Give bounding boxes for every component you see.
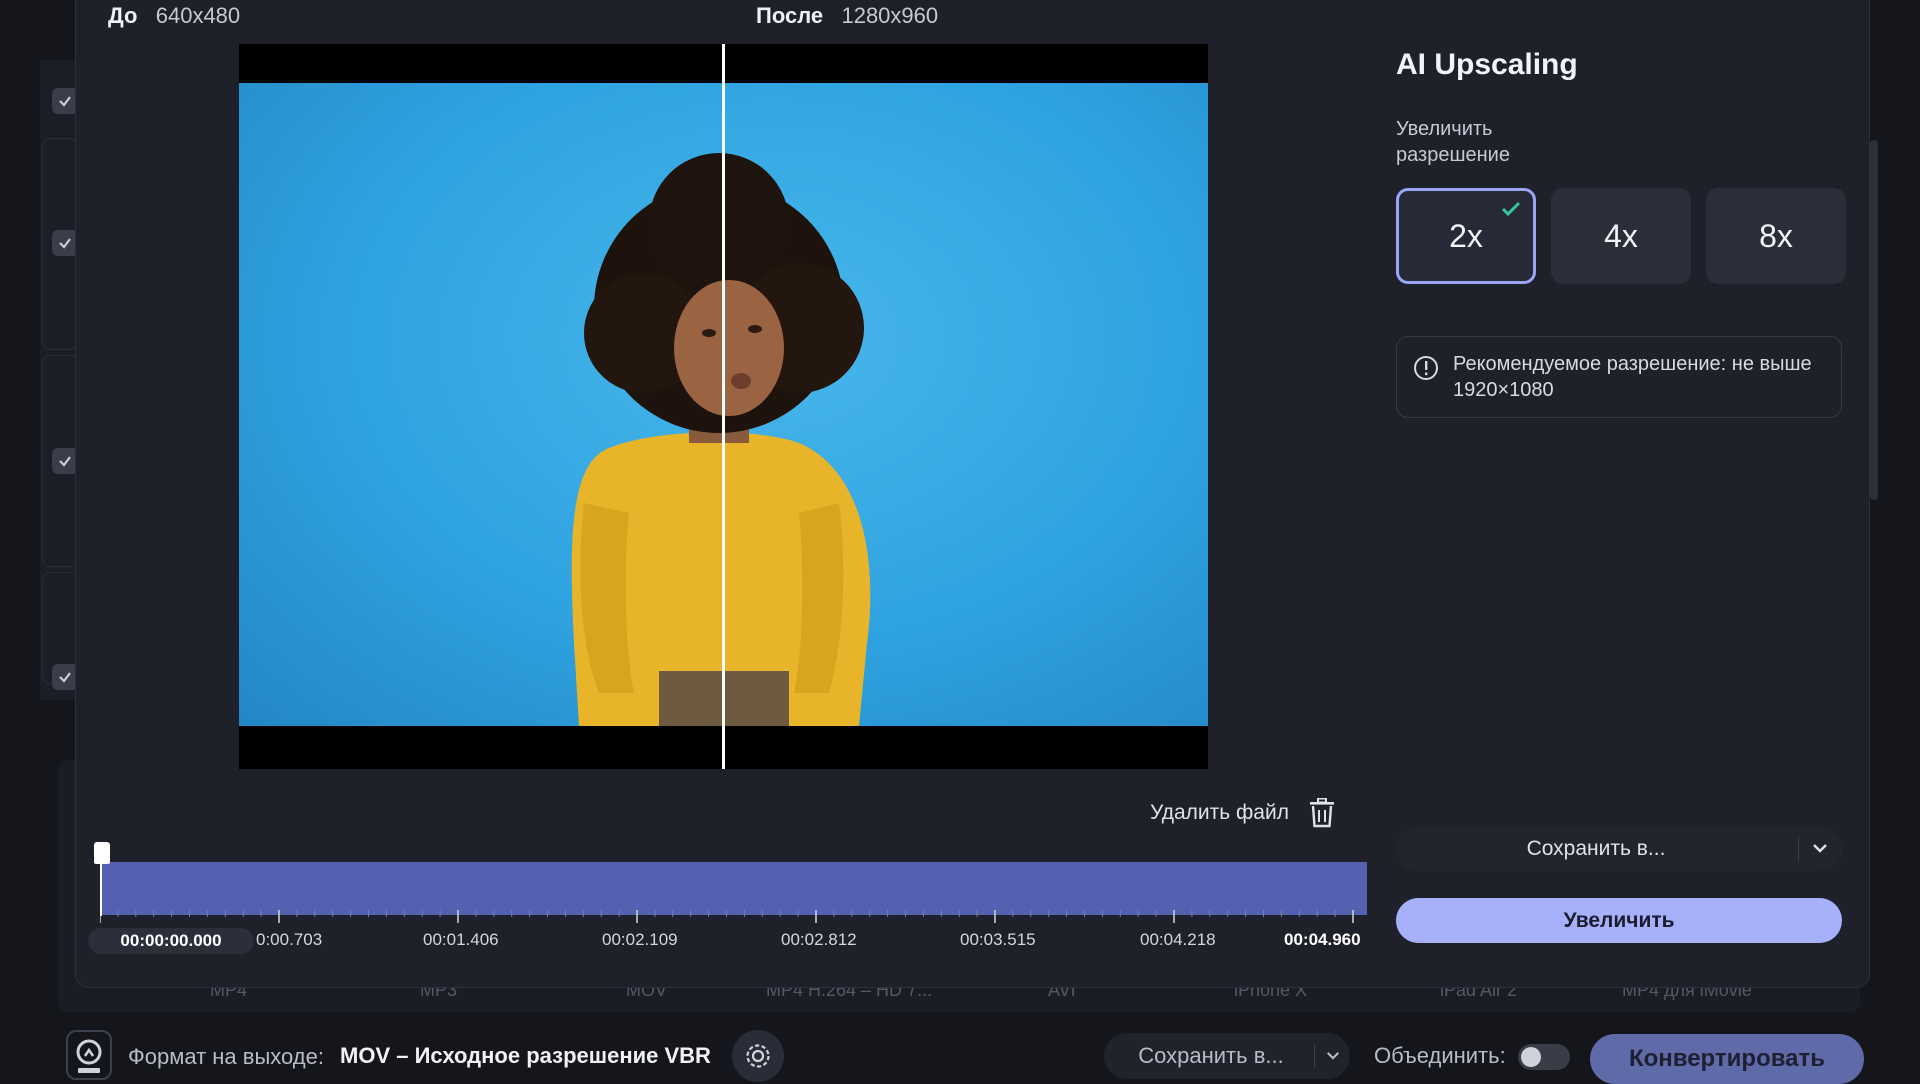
info-icon: [1414, 356, 1438, 380]
checkmark-icon: [59, 96, 71, 107]
chevron-down-icon[interactable]: [1812, 842, 1828, 854]
timeline-ruler: [100, 910, 1354, 923]
chevron-down-icon[interactable]: [1326, 1050, 1340, 1061]
upscale-button[interactable]: Увеличить: [1396, 898, 1842, 943]
gear-icon: [746, 1044, 770, 1068]
after-label-group: После 1280x960: [756, 3, 938, 29]
timeline-end-label: 00:04.960: [1284, 930, 1361, 949]
selected-check-icon: [1501, 201, 1521, 217]
after-resolution: 1280x960: [841, 3, 939, 28]
recommendation-notice: Рекомендуемое разрешение: не выше 1920×1…: [1396, 336, 1842, 418]
playhead-line: [100, 860, 102, 916]
output-format-value[interactable]: MOV – Исходное разрешение VBR: [340, 1043, 711, 1069]
merge-toggle[interactable]: [1518, 1044, 1570, 1070]
timeline-label: 00:02.109: [602, 930, 678, 949]
scale-8x-button[interactable]: 8x: [1706, 188, 1846, 284]
merge-label: Объединить:: [1374, 1043, 1506, 1068]
app-logo: [66, 1030, 112, 1080]
scale-4x-button[interactable]: 4x: [1551, 188, 1691, 284]
delete-file-label: Удалить файл: [1150, 801, 1289, 824]
save-to-label: Сохранить в...: [1526, 837, 1666, 860]
app-logo-icon: [76, 1039, 102, 1073]
bottom-save-to-label: Сохранить в...: [1138, 1043, 1284, 1068]
upscale-resolution-label: Увеличить разрешение: [1396, 118, 1510, 166]
panel-title: AI Upscaling: [1396, 48, 1578, 81]
bottom-save-to-dropdown[interactable]: Сохранить в...: [1104, 1033, 1350, 1079]
dropdown-divider: [1314, 1044, 1315, 1068]
convert-button[interactable]: Конвертировать: [1590, 1034, 1864, 1084]
timeline-label: 00:03.515: [960, 930, 1036, 949]
checkmark-icon: [59, 238, 71, 249]
checkmark-icon: [59, 456, 71, 467]
video-preview[interactable]: [239, 44, 1208, 769]
current-time-label: 00:00:00.000: [88, 928, 254, 954]
scale-8x-label: 8x: [1759, 217, 1793, 254]
trash-icon: [1309, 798, 1334, 828]
save-to-dropdown[interactable]: Сохранить в...: [1396, 827, 1842, 871]
scrollbar[interactable]: [1870, 140, 1878, 500]
timeline-label: 00:02.812: [781, 930, 857, 949]
timeline-label: 0:00.703: [256, 930, 323, 949]
checkmark-icon: [59, 672, 71, 683]
toggle-knob: [1521, 1047, 1541, 1067]
output-format-label: Формат на выходе:: [128, 1044, 324, 1069]
timeline-label: 00:04.218: [1140, 930, 1216, 949]
before-label-group: До 640x480: [108, 3, 240, 29]
dropdown-divider: [1798, 837, 1799, 861]
scale-2x-label: 2x: [1449, 217, 1483, 254]
timeline-label: 00:01.406: [423, 930, 499, 949]
before-label: До: [108, 3, 138, 28]
recommendation-text: Рекомендуемое разрешение: не выше 1920×1…: [1453, 353, 1812, 401]
scale-4x-label: 4x: [1604, 217, 1638, 254]
playhead-handle[interactable]: [94, 842, 110, 864]
before-resolution: 640x480: [155, 3, 241, 28]
delete-file-button[interactable]: Удалить файл: [1150, 796, 1335, 830]
timeline-track[interactable]: [100, 862, 1367, 915]
scale-2x-button[interactable]: 2x: [1396, 188, 1536, 284]
after-label: После: [756, 3, 824, 28]
comparison-split-handle[interactable]: [722, 44, 725, 769]
format-settings-button[interactable]: [732, 1030, 784, 1082]
